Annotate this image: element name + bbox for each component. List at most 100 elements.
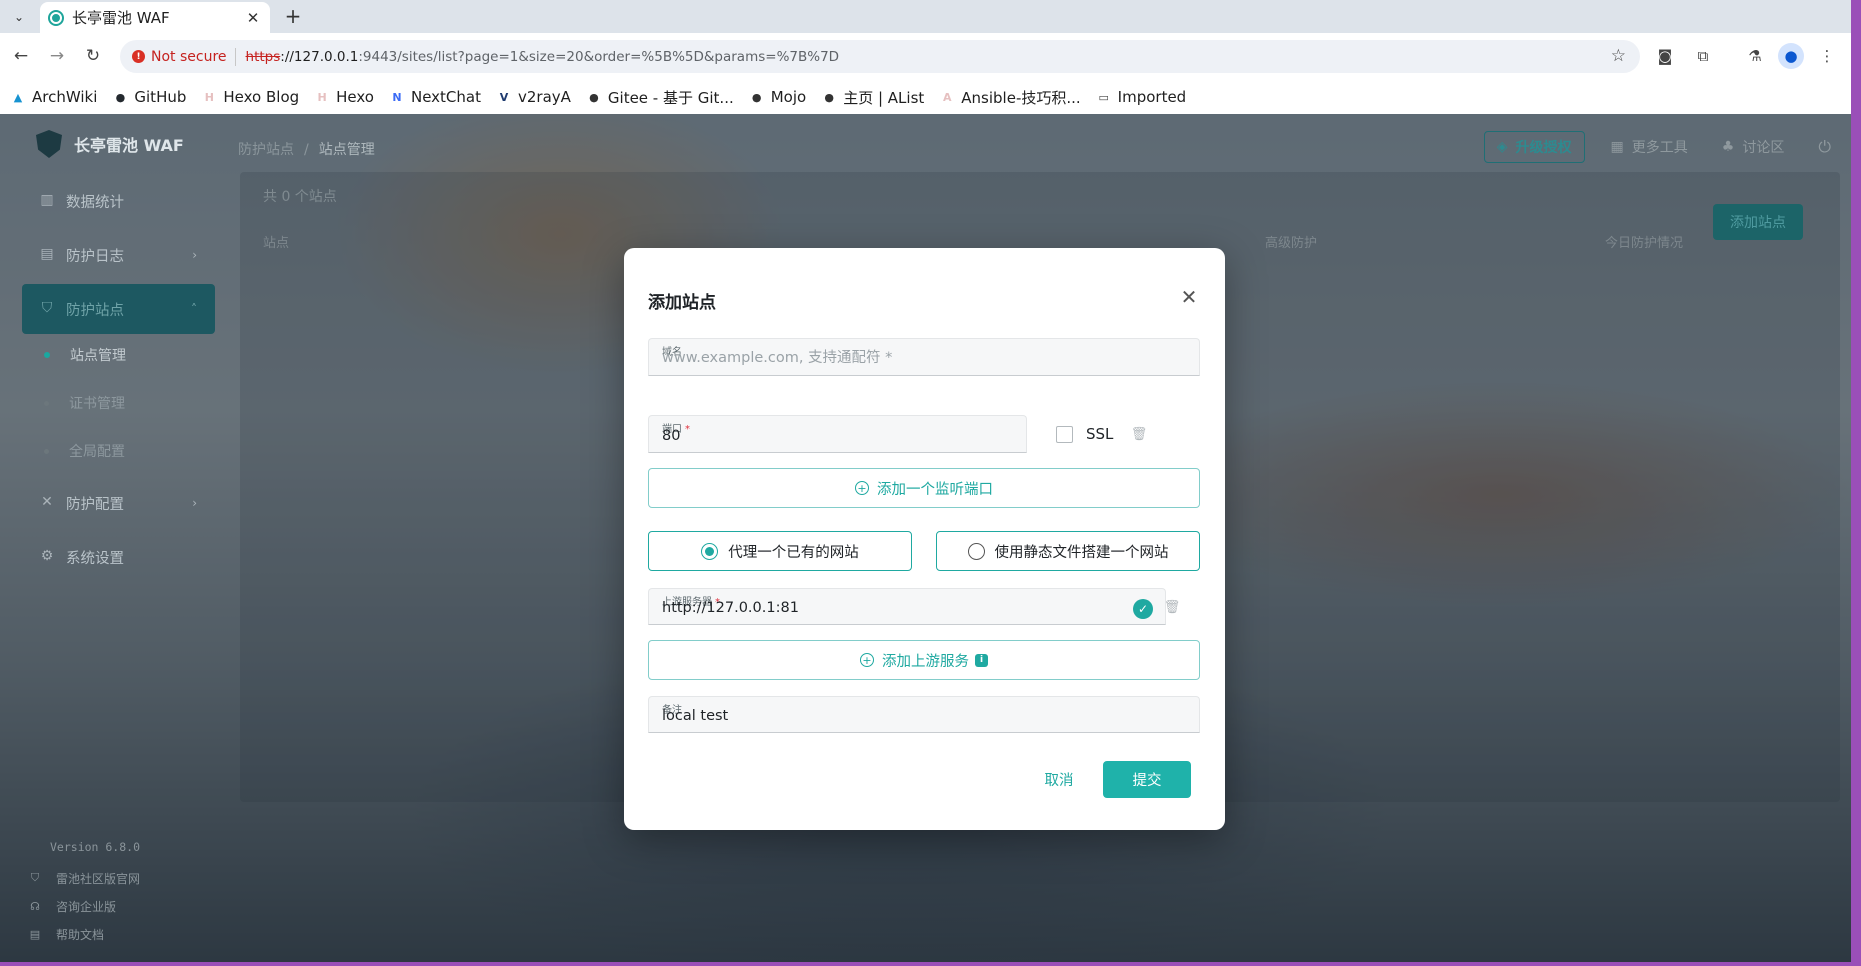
upgrade-label: 升级授权: [1515, 140, 1572, 156]
mojo-icon: ●: [751, 90, 762, 104]
more-tools-link[interactable]: ▦ 更多工具: [1611, 137, 1688, 157]
bookmark-item[interactable]: ● Gitee - 基于 Git...: [586, 87, 734, 108]
back-arrow-icon[interactable]: ←: [8, 43, 34, 69]
top-actions: ◈ 升级授权 ▦ 更多工具 ♣ 讨论区 ⏻: [1483, 131, 1831, 163]
sidebar-item-system-settings[interactable]: ⚙ 系统设置: [22, 532, 215, 582]
alist-icon: ●: [824, 90, 834, 104]
forward-arrow-icon[interactable]: →: [44, 43, 70, 69]
radio-unselected[interactable]: [967, 542, 985, 560]
add-site-button[interactable]: 添加站点: [1713, 204, 1803, 240]
sidebar-item-protection-config[interactable]: ✕ 防护配置 ›: [22, 478, 215, 528]
chevron-right-icon: ›: [192, 248, 197, 262]
add-upstream-button[interactable]: + 添加上游服务 i: [648, 640, 1200, 680]
bar-chart-icon: ▥: [40, 192, 54, 208]
delete-upstream-trash-icon[interactable]: 🗑: [1163, 598, 1181, 616]
ssl-label: SSL: [1086, 425, 1114, 443]
tab-close-icon[interactable]: ✕: [244, 9, 262, 27]
sidebar-subitem-global-config[interactable]: 全局配置: [44, 436, 125, 466]
bookmark-item[interactable]: ● Mojo: [749, 88, 806, 106]
breadcrumb-parent[interactable]: 防护站点: [238, 142, 294, 158]
breadcrumb-current: 站点管理: [318, 142, 375, 158]
check-circle-icon: ✓: [1133, 599, 1153, 619]
sidebar-footer: Version 6.8.0 ⛉ 雷池社区版官网 ☊ 咨询企业版 ▤ 帮助文档: [28, 840, 228, 948]
bookmark-item[interactable]: H Hexo: [314, 88, 374, 106]
gitee-icon: ●: [589, 90, 599, 104]
bullet-dot: [44, 352, 50, 358]
sidebar-subitem-site-management[interactable]: 站点管理: [44, 340, 126, 370]
sidebar: ▥ 数据统计 ▤ 防护日志 › ⛉ 防护站点 ˄ 站点管理 证书管理 全局配置 …: [0, 174, 230, 962]
bookmark-item[interactable]: ● GitHub: [112, 88, 187, 106]
radio-selected[interactable]: [701, 542, 719, 560]
community-site-link[interactable]: ⛉ 雷池社区版官网: [28, 864, 228, 892]
menu-kebab-icon[interactable]: ⋮: [1814, 43, 1840, 69]
nextchat-icon: N: [392, 90, 402, 104]
upgrade-button[interactable]: ◈ 升级授权: [1483, 131, 1585, 163]
delete-port-trash-icon[interactable]: 🗑: [1130, 425, 1148, 443]
info-badge-icon[interactable]: i: [975, 653, 988, 667]
new-tab-button[interactable]: +: [282, 4, 304, 28]
url-path: :9443/sites/list?page=1&size=20&order=%5…: [358, 48, 840, 65]
bookmark-item[interactable]: H Hexo Blog: [201, 88, 299, 106]
add-port-label: 添加一个监听端口: [877, 481, 993, 498]
version-label: Version 6.8.0: [50, 840, 141, 854]
domain-field[interactable]: 域名 www.example.com, 支持通配符 *: [648, 338, 1200, 376]
upstream-field[interactable]: 上游服务器 * http://127.0.0.1:81 ✓: [648, 588, 1166, 625]
port-field[interactable]: 端口 * 80: [648, 415, 1027, 453]
cancel-button[interactable]: 取消: [1024, 761, 1094, 797]
sidebar-item-stats[interactable]: ▥ 数据统计: [22, 176, 215, 226]
bookmark-label: Mojo: [770, 88, 807, 106]
submit-button[interactable]: 提交: [1103, 761, 1191, 798]
checkbox-box[interactable]: [1056, 425, 1073, 443]
logout-icon[interactable]: ⏻: [1818, 137, 1831, 157]
forum-link[interactable]: ♣ 讨论区: [1722, 137, 1785, 157]
site-count: 共 0 个站点: [263, 189, 337, 205]
address-bar[interactable]: ! Not secure https://127.0.0.1:9443/site…: [120, 40, 1640, 73]
bullet-dot: [44, 400, 49, 406]
close-icon[interactable]: ✕: [1177, 285, 1201, 309]
sidebar-item-label: 防护配置: [66, 496, 124, 513]
document-icon: ▤: [29, 927, 41, 941]
extensions-puzzle-icon[interactable]: ⧉: [1690, 43, 1716, 69]
bookmark-item[interactable]: Vv2rayA: [496, 88, 571, 106]
help-docs-link[interactable]: ▤ 帮助文档: [28, 920, 228, 948]
bookmark-star-icon[interactable]: ☆: [1611, 46, 1626, 66]
sidebar-subitem-certificates[interactable]: 证书管理: [44, 388, 125, 418]
incognito-glasses-icon[interactable]: ◙: [1652, 43, 1678, 69]
bookmark-label: ArchWiki: [32, 88, 98, 106]
mode-option-proxy[interactable]: 代理一个已有的网站: [648, 531, 912, 571]
bookmark-item[interactable]: A Ansible-技巧积...: [939, 87, 1081, 108]
ssl-checkbox[interactable]: SSL: [1056, 425, 1113, 443]
security-status[interactable]: Not secure: [151, 49, 227, 65]
breadcrumb: 防护站点 / 站点管理: [238, 139, 375, 159]
enterprise-consult-link[interactable]: ☊ 咨询企业版: [28, 892, 228, 920]
browser-tab[interactable]: 长亭雷池 WAF ✕: [40, 2, 270, 33]
bookmark-item[interactable]: ▲ ArchWiki: [10, 88, 98, 106]
sidebar-subitem-label: 全局配置: [69, 444, 125, 460]
lab-flask-icon[interactable]: ⚗: [1742, 43, 1768, 69]
sidebar-item-sites[interactable]: ⛉ 防护站点 ˄: [22, 284, 215, 334]
remark-value: local test: [662, 708, 729, 724]
safeline-logo-icon: [36, 130, 62, 158]
mode-option-label: 使用静态文件搭建一个网站: [994, 544, 1169, 561]
bookmark-item[interactable]: N NextChat: [389, 88, 481, 106]
remark-field[interactable]: 备注 local test: [648, 696, 1200, 733]
brand-name: 长亭雷池 WAF: [74, 136, 184, 155]
tab-search-chevron-icon[interactable]: ⌄: [8, 6, 30, 28]
mode-option-static[interactable]: 使用静态文件搭建一个网站: [936, 531, 1200, 571]
ansible-icon: A: [943, 90, 952, 104]
brand[interactable]: 长亭雷池 WAF: [36, 130, 184, 158]
url-scheme: https: [245, 48, 281, 65]
footer-link-label: 咨询企业版: [56, 899, 117, 914]
reload-icon[interactable]: ↻: [80, 43, 106, 69]
column-header-site: 站点: [263, 236, 290, 251]
sidebar-item-label: 防护站点: [66, 302, 124, 319]
bookmark-item[interactable]: ● 主页 | AList: [821, 87, 924, 108]
add-listen-port-button[interactable]: + 添加一个监听端口: [648, 468, 1200, 508]
bookmark-label: Hexo: [336, 88, 374, 106]
sidebar-item-logs[interactable]: ▤ 防护日志 ›: [22, 230, 215, 280]
safeline-favicon-icon: [48, 9, 64, 26]
bookmark-item[interactable]: ▭ Imported: [1096, 88, 1187, 106]
bookmark-label: Imported: [1117, 88, 1187, 106]
breadcrumb-separator: /: [304, 142, 309, 158]
profile-avatar-icon[interactable]: ●: [1778, 43, 1804, 69]
